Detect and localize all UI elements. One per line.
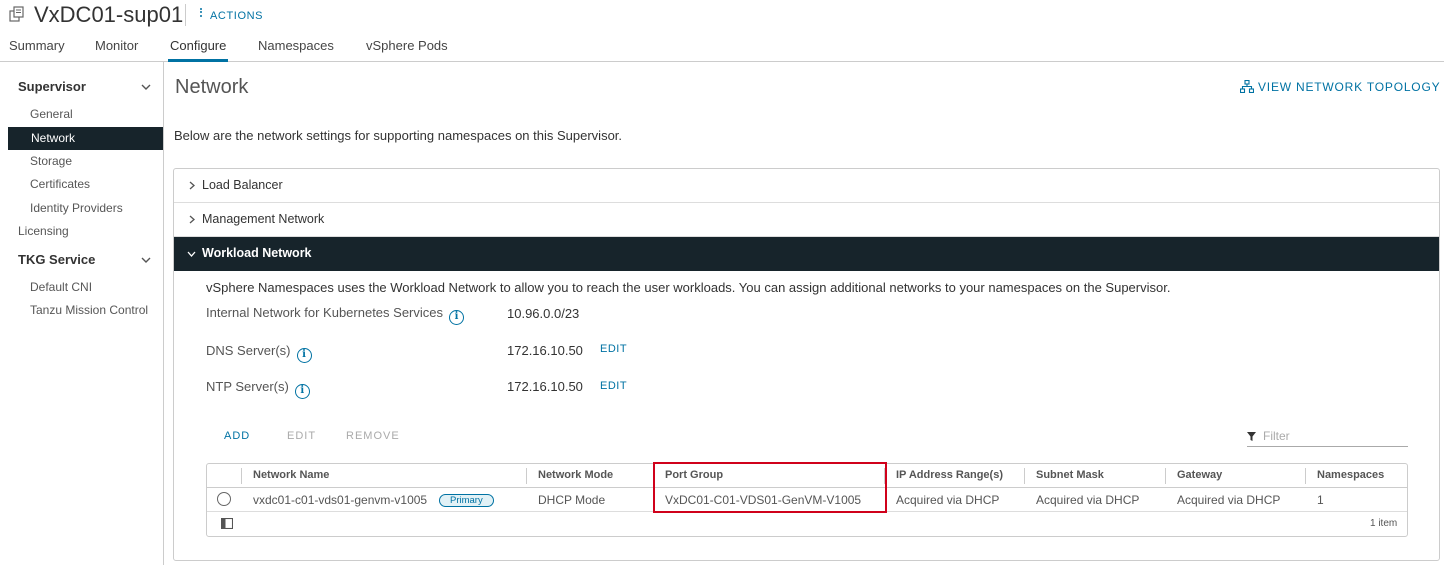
- sidebar-group-tkg-service[interactable]: TKG Service: [18, 252, 95, 267]
- column-separator[interactable]: [1165, 468, 1166, 484]
- cell-network-name: vxdc01-c01-vds01-genvm-v1005: [253, 493, 428, 507]
- section-load-balancer[interactable]: Load Balancer: [174, 169, 1439, 203]
- tab-monitor[interactable]: Monitor: [95, 38, 138, 62]
- cell-namespaces: 1: [1317, 493, 1324, 507]
- dns-servers-value: 172.16.10.50: [507, 343, 583, 358]
- section-workload-network-label: Workload Network: [202, 246, 312, 260]
- page-object-title: VxDC01-sup01: [34, 2, 184, 27]
- sidebar-item-network[interactable]: Network: [8, 127, 163, 150]
- network-topology-icon: [1239, 79, 1255, 94]
- column-separator[interactable]: [1305, 468, 1306, 484]
- filter-input[interactable]: [1263, 429, 1403, 443]
- remove-network-button[interactable]: REMOVE: [346, 430, 400, 442]
- section-workload-network[interactable]: Workload Network: [174, 237, 1439, 271]
- row-select-radio[interactable]: [217, 492, 231, 506]
- workload-network-description: vSphere Namespaces uses the Workload Net…: [206, 280, 1171, 295]
- ntp-servers-value: 172.16.10.50: [507, 379, 583, 394]
- page-title: Network: [175, 76, 249, 98]
- cell-network-mode: DHCP Mode: [538, 493, 606, 507]
- chevron-down-icon[interactable]: [141, 255, 151, 265]
- chevron-down-icon[interactable]: [141, 82, 151, 92]
- chevron-right-icon: [189, 215, 195, 224]
- grid-header-row: Network Name Network Mode Port Group IP …: [207, 464, 1407, 488]
- actions-menu-button[interactable]: ACTIONS: [200, 7, 263, 22]
- object-tabs: Summary Monitor Configure Namespaces vSp…: [0, 34, 1444, 62]
- dns-servers-label-text: DNS Server(s): [206, 343, 291, 358]
- sidebar-item-licensing[interactable]: Licensing: [18, 224, 69, 238]
- column-header-namespaces[interactable]: Namespaces: [1317, 469, 1384, 481]
- workload-networks-grid: Network Name Network Mode Port Group IP …: [206, 463, 1408, 537]
- table-row[interactable]: vxdc01-c01-vds01-genvm-v1005 Primary DHC…: [207, 488, 1407, 512]
- column-toggle-icon[interactable]: [221, 518, 233, 529]
- column-separator[interactable]: [526, 468, 527, 484]
- sidebar-item-default-cni[interactable]: Default CNI: [30, 280, 92, 294]
- column-header-network-name[interactable]: Network Name: [253, 469, 329, 481]
- header-divider: [185, 4, 186, 26]
- column-separator[interactable]: [1024, 468, 1025, 484]
- ntp-servers-label-text: NTP Server(s): [206, 379, 289, 394]
- k8s-services-label-text: Internal Network for Kubernetes Services: [206, 305, 443, 320]
- column-header-gateway[interactable]: Gateway: [1177, 469, 1222, 481]
- sidebar-item-certificates[interactable]: Certificates: [30, 177, 90, 191]
- chevron-right-icon: [189, 181, 195, 190]
- sidebar-item-storage[interactable]: Storage: [30, 154, 72, 168]
- grid-footer: 1 item: [207, 512, 1407, 536]
- k8s-services-value: 10.96.0.0/23: [507, 306, 580, 321]
- column-header-network-mode[interactable]: Network Mode: [538, 469, 613, 481]
- view-network-topology-link[interactable]: VIEW NETWORK TOPOLOGY: [1239, 79, 1441, 94]
- column-separator[interactable]: [884, 468, 885, 484]
- dns-servers-label: DNS Server(s) i: [206, 343, 312, 363]
- ntp-edit-button[interactable]: EDIT: [600, 380, 627, 392]
- column-separator[interactable]: [241, 468, 242, 484]
- column-header-subnet-mask[interactable]: Subnet Mask: [1036, 469, 1104, 481]
- info-icon[interactable]: i: [296, 348, 312, 363]
- tab-vsphere-pods[interactable]: vSphere Pods: [366, 38, 448, 62]
- actions-label: ACTIONS: [210, 10, 264, 22]
- ntp-servers-label: NTP Server(s) i: [206, 379, 310, 399]
- object-header: VxDC01-sup01 ACTIONS: [0, 0, 1444, 30]
- add-network-button[interactable]: ADD: [224, 430, 250, 442]
- vertical-ellipsis-icon: [200, 6, 203, 18]
- cell-subnet-mask: Acquired via DHCP: [1036, 493, 1140, 507]
- section-management-network[interactable]: Management Network: [174, 203, 1439, 237]
- chevron-down-icon: [187, 251, 196, 257]
- tab-configure[interactable]: Configure: [168, 38, 229, 62]
- sidebar-group-supervisor[interactable]: Supervisor: [18, 79, 86, 94]
- primary-badge: Primary: [439, 494, 494, 507]
- section-management-network-label: Management Network: [202, 212, 325, 226]
- cell-gateway: Acquired via DHCP: [1177, 493, 1281, 507]
- supervisor-cluster-icon: [9, 6, 24, 22]
- info-icon[interactable]: i: [449, 310, 464, 325]
- filter-icon: [1247, 432, 1256, 441]
- filter-field[interactable]: [1247, 428, 1408, 447]
- sidebar-item-tanzu-mission-control[interactable]: Tanzu Mission Control: [30, 303, 148, 317]
- edit-network-button[interactable]: EDIT: [287, 430, 316, 442]
- info-icon[interactable]: i: [294, 384, 310, 399]
- network-description: Below are the network settings for suppo…: [174, 128, 623, 143]
- tab-namespaces[interactable]: Namespaces: [258, 38, 334, 62]
- tab-summary[interactable]: Summary: [9, 38, 65, 62]
- view-network-topology-label: VIEW NETWORK TOPOLOGY: [1258, 80, 1441, 94]
- sidebar-item-general[interactable]: General: [30, 107, 73, 121]
- sidebar-item-network-label: Network: [31, 131, 76, 145]
- section-load-balancer-label: Load Balancer: [202, 178, 283, 192]
- sidebar-item-identity-providers[interactable]: Identity Providers: [30, 201, 123, 215]
- grid-item-count: 1 item: [1370, 518, 1398, 529]
- column-header-ip-range[interactable]: IP Address Range(s): [896, 469, 1003, 481]
- cell-port-group: VxDC01-C01-VDS01-GenVM-V1005: [665, 493, 862, 507]
- k8s-services-label: Internal Network for Kubernetes Services…: [206, 305, 464, 325]
- column-header-port-group[interactable]: Port Group: [665, 469, 723, 481]
- dns-edit-button[interactable]: EDIT: [600, 343, 627, 355]
- cell-ip-range: Acquired via DHCP: [896, 493, 1000, 507]
- column-separator[interactable]: [653, 468, 654, 484]
